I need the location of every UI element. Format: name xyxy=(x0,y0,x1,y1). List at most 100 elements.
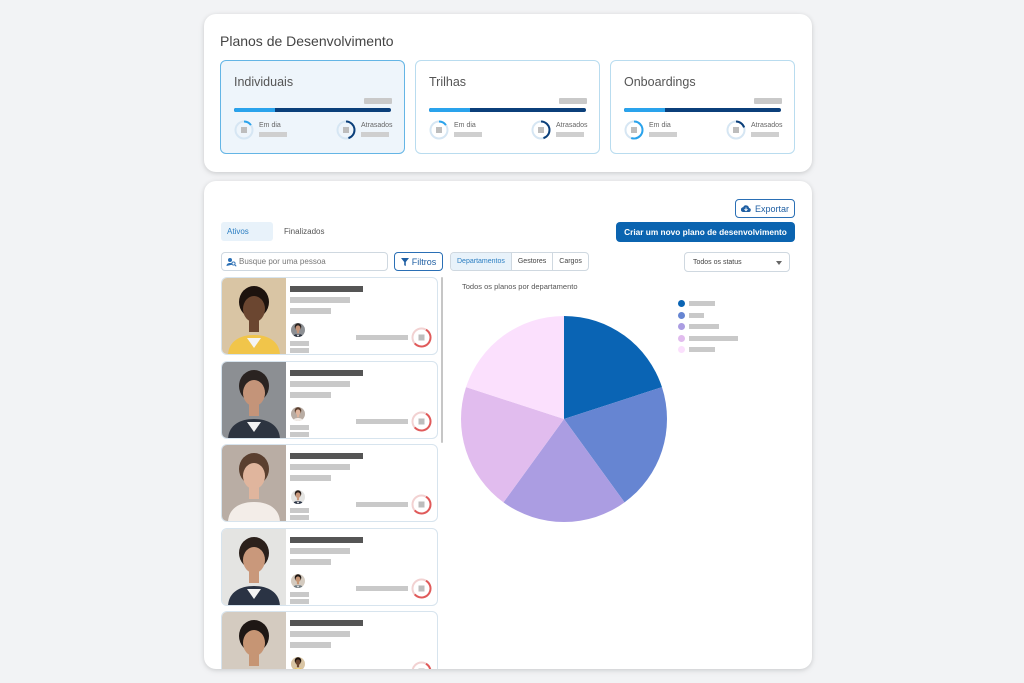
segment-cargos[interactable]: Cargos xyxy=(552,253,588,270)
plan-status-placeholder xyxy=(356,585,408,591)
late-ring-icon xyxy=(531,120,551,140)
tab-ativos[interactable]: Ativos xyxy=(221,222,273,241)
legend-label-placeholder xyxy=(689,324,719,329)
pie-chart xyxy=(461,316,667,522)
legend-label-placeholder xyxy=(689,335,738,341)
late-value-placeholder xyxy=(751,132,779,137)
late-value-placeholder xyxy=(556,132,584,137)
late-ring-icon xyxy=(336,120,356,140)
person-search-icon xyxy=(226,257,237,267)
progress-ring-icon xyxy=(411,494,432,515)
manager-placeholder xyxy=(290,508,309,513)
search-input[interactable]: Busque por uma pessoa xyxy=(221,252,388,271)
person-name-placeholder xyxy=(290,620,363,626)
export-button[interactable]: Exportar xyxy=(735,199,795,218)
list-item[interactable] xyxy=(221,277,438,355)
legend-label-placeholder xyxy=(689,312,704,318)
on-time-ring-icon xyxy=(234,120,254,140)
late-label: Atrasados xyxy=(361,122,393,129)
manager-placeholder xyxy=(290,515,309,520)
chevron-down-icon xyxy=(776,261,782,265)
status-select-value: Todos os status xyxy=(693,259,742,266)
late-label: Atrasados xyxy=(751,122,783,129)
on-time-ring-icon xyxy=(624,120,644,140)
plan-count-placeholder xyxy=(559,98,587,104)
plans-summary-card: Planos de Desenvolvimento Individuais Em… xyxy=(204,14,812,172)
person-name-placeholder xyxy=(290,369,363,376)
person-photo xyxy=(222,278,286,354)
person-role-placeholder xyxy=(290,464,350,470)
on-time-value-placeholder xyxy=(259,132,287,137)
filter-button[interactable]: Filtros xyxy=(394,252,443,271)
search-placeholder: Busque por uma pessoa xyxy=(239,257,326,266)
grouping-segmented-control: Departamentos Gestores Cargos xyxy=(450,252,589,271)
manager-placeholder xyxy=(290,598,309,604)
manager-placeholder xyxy=(290,424,309,430)
person-name-placeholder xyxy=(290,286,363,292)
on-time-label: Em dia xyxy=(454,122,476,129)
plan-card-0[interactable]: Individuais Em dia Atrasados xyxy=(220,60,405,154)
segment-gestores[interactable]: Gestores xyxy=(510,253,552,270)
progress-ring-icon xyxy=(411,327,432,348)
on-time-label: Em dia xyxy=(259,122,281,129)
person-role-placeholder xyxy=(290,297,350,303)
section-title: Planos de Desenvolvimento xyxy=(220,33,394,49)
person-dept-placeholder xyxy=(290,642,331,648)
manager-placeholder xyxy=(290,348,309,353)
legend-swatch xyxy=(678,311,685,319)
tab-finalizados[interactable]: Finalizados xyxy=(284,227,324,236)
manager-placeholder xyxy=(290,431,309,437)
on-time-value-placeholder xyxy=(649,132,677,137)
list-item[interactable] xyxy=(221,611,438,669)
person-photo xyxy=(222,612,286,669)
plan-card-1[interactable]: Trilhas Em dia Atrasados xyxy=(415,60,600,154)
person-photo xyxy=(222,445,286,521)
person-dept-placeholder xyxy=(290,558,331,565)
legend-label-placeholder xyxy=(689,301,715,306)
manager-avatar xyxy=(291,657,305,669)
late-label: Atrasados xyxy=(556,122,588,129)
list-item[interactable] xyxy=(221,444,438,522)
segment-departamentos[interactable]: Departamentos xyxy=(451,253,511,270)
on-time-value-placeholder xyxy=(454,132,482,137)
manager-avatar xyxy=(291,406,305,421)
list-scrollbar[interactable] xyxy=(441,277,443,443)
plan-card-title: Individuais xyxy=(234,75,294,89)
plan-progress-bar xyxy=(624,108,781,112)
manager-placeholder xyxy=(290,341,309,346)
plan-count-placeholder xyxy=(754,98,782,104)
on-time-label: Em dia xyxy=(649,122,671,129)
cloud-download-icon xyxy=(740,204,751,212)
list-item[interactable] xyxy=(221,360,438,439)
filter-icon xyxy=(400,257,409,266)
status-select[interactable]: Todos os status xyxy=(684,252,790,272)
plan-status-placeholder xyxy=(356,502,408,507)
progress-ring-icon xyxy=(411,661,432,669)
create-plan-button[interactable]: Criar um novo plano de desenvolvimento xyxy=(616,222,795,242)
legend-swatch xyxy=(678,323,685,330)
person-name-placeholder xyxy=(290,536,363,543)
plan-status-placeholder xyxy=(356,418,408,424)
progress-ring-icon xyxy=(411,578,432,599)
legend-swatch xyxy=(678,346,685,353)
person-role-placeholder xyxy=(290,547,350,554)
person-role-placeholder xyxy=(290,380,350,387)
legend-swatch xyxy=(678,300,685,307)
list-item[interactable] xyxy=(221,527,438,606)
plan-card-title: Onboardings xyxy=(624,75,696,89)
people-list xyxy=(221,277,439,669)
progress-ring-icon xyxy=(411,410,432,432)
late-ring-icon xyxy=(726,120,746,140)
person-role-placeholder xyxy=(290,631,350,637)
export-label: Exportar xyxy=(754,203,789,214)
plan-card-title: Trilhas xyxy=(429,75,467,89)
plan-progress-bar xyxy=(234,108,391,112)
on-time-ring-icon xyxy=(429,120,449,140)
plan-status-placeholder xyxy=(356,335,408,340)
plans-list-card: Exportar Ativos Finalizados Criar um nov… xyxy=(204,181,812,669)
filter-label: Filtros xyxy=(411,256,437,267)
plan-card-2[interactable]: Onboardings Em dia Atrasados xyxy=(610,60,795,154)
plan-count-placeholder xyxy=(364,98,392,104)
person-photo xyxy=(222,528,286,605)
person-photo xyxy=(222,361,286,438)
